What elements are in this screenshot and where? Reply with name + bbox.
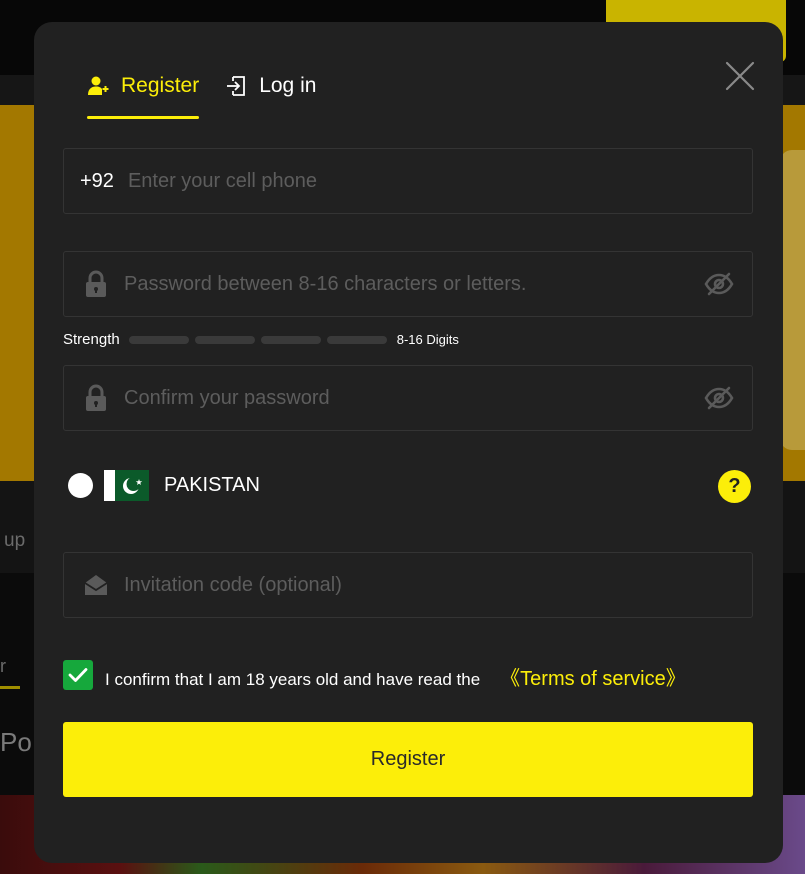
register-button[interactable]: Register xyxy=(63,722,753,797)
confirm-password-field xyxy=(63,365,753,431)
envelope-open-icon xyxy=(84,571,108,599)
terms-agreement: I confirm that I am 18 years old and hav… xyxy=(63,658,686,691)
terms-text: I confirm that I am 18 years old and hav… xyxy=(105,669,481,689)
phone-field: +92 xyxy=(63,148,753,214)
bg-partial-text: up xyxy=(4,530,26,551)
strength-bar-segment xyxy=(260,335,321,344)
strength-label: Strength xyxy=(63,331,120,348)
help-button[interactable]: ? xyxy=(718,470,751,503)
bg-partial-heading: Po xyxy=(0,727,32,757)
tab-register[interactable]: Register xyxy=(87,70,200,119)
close-button[interactable] xyxy=(724,60,756,92)
invitation-input[interactable] xyxy=(124,573,752,597)
country-option: PAKISTAN xyxy=(68,470,260,501)
user-add-icon xyxy=(87,75,109,97)
strength-hint: 8-16 Digits xyxy=(396,332,459,347)
invitation-field xyxy=(63,552,753,618)
close-icon xyxy=(725,61,755,91)
eye-slash-icon[interactable] xyxy=(704,272,734,296)
lock-icon xyxy=(84,384,108,412)
phone-input[interactable] xyxy=(127,169,752,193)
tab-register-label: Register xyxy=(121,74,200,97)
tab-login-label: Log in xyxy=(259,74,317,97)
password-input[interactable] xyxy=(124,272,704,296)
terms-of-service-link[interactable]: 《Terms of service》 xyxy=(500,662,686,691)
country-radio[interactable] xyxy=(68,473,93,498)
register-modal: Register Log in +92 Enter your cell phon… xyxy=(34,22,783,863)
terms-checkbox[interactable] xyxy=(63,659,93,690)
lock-icon xyxy=(84,270,108,298)
password-strength: Strength 8-16 Digits xyxy=(63,331,459,348)
check-icon xyxy=(68,667,88,682)
country-code[interactable]: +92 xyxy=(80,170,114,193)
bg-tab-underline xyxy=(0,686,20,689)
country-name: PAKISTAN xyxy=(164,474,260,496)
login-icon xyxy=(225,75,247,97)
eye-slash-icon[interactable] xyxy=(704,386,734,410)
confirm-password-input[interactable] xyxy=(124,386,704,410)
bg-banner-image xyxy=(780,150,805,450)
bg-partial-tab: r xyxy=(0,656,6,676)
pakistan-flag-icon xyxy=(104,470,149,501)
tab-login[interactable]: Log in xyxy=(225,70,316,102)
strength-bar-segment xyxy=(194,335,255,344)
auth-tabs: Register Log in xyxy=(87,70,316,120)
strength-bar-segment xyxy=(128,335,189,344)
strength-bar-segment xyxy=(326,335,387,344)
password-field xyxy=(63,251,753,317)
